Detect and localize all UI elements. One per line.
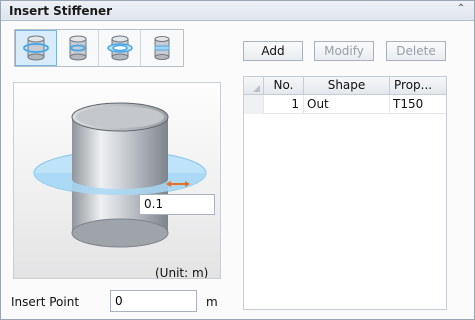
column-header-shape[interactable]: Shape xyxy=(304,77,390,95)
panel-titlebar: Insert Stiffener ⌃ xyxy=(1,1,474,21)
chevron-up-icon[interactable]: ⌃ xyxy=(454,3,468,17)
cylinder-inner-ring-icon xyxy=(69,35,86,61)
cell-prop: T150 xyxy=(393,97,424,111)
cylinder-double-ring-icon xyxy=(106,35,133,61)
row-selector[interactable] xyxy=(244,95,264,114)
unit-label: (Unit: m) xyxy=(155,266,209,279)
stiffener-type-3-button[interactable] xyxy=(99,30,141,66)
stiffener-table: No. Shape Prop... 1 Out T150 xyxy=(243,76,447,310)
insert-point-label: Insert Point xyxy=(11,295,80,309)
stiffener-type-4-button[interactable] xyxy=(141,30,183,66)
stiffener-preview: 0.1 (Unit: m) xyxy=(13,82,221,279)
column-header-no[interactable]: No. xyxy=(264,77,304,95)
select-all-corner[interactable] xyxy=(244,77,264,95)
stiffener-type-toolbar xyxy=(14,29,184,67)
delete-button[interactable]: Delete xyxy=(386,41,446,61)
table-row[interactable]: 1 Out T150 xyxy=(244,95,446,114)
cylinder-outer-ring-icon xyxy=(23,35,49,61)
modify-button[interactable]: Modify xyxy=(314,41,374,61)
insert-stiffener-panel: Insert Stiffener ⌃ 0.1 (Unit: m) Insert … xyxy=(0,0,475,320)
panel-title: Insert Stiffener xyxy=(9,4,113,18)
insert-point-unit: m xyxy=(206,295,218,309)
column-header-prop[interactable]: Prop... xyxy=(390,77,446,95)
stiffener-type-1-button[interactable] xyxy=(15,30,57,66)
stiffener-type-2-button[interactable] xyxy=(57,30,99,66)
cylinder-stiffener-illustration xyxy=(33,102,207,248)
table-header: No. Shape Prop... xyxy=(244,77,446,95)
add-button[interactable]: Add xyxy=(243,41,303,61)
cylinder-band-icon xyxy=(154,36,170,60)
insert-point-input[interactable] xyxy=(110,290,197,312)
cell-shape: Out xyxy=(304,95,390,114)
stiffener-width-field[interactable]: 0.1 xyxy=(139,194,215,215)
cell-no: 1 xyxy=(264,95,304,114)
